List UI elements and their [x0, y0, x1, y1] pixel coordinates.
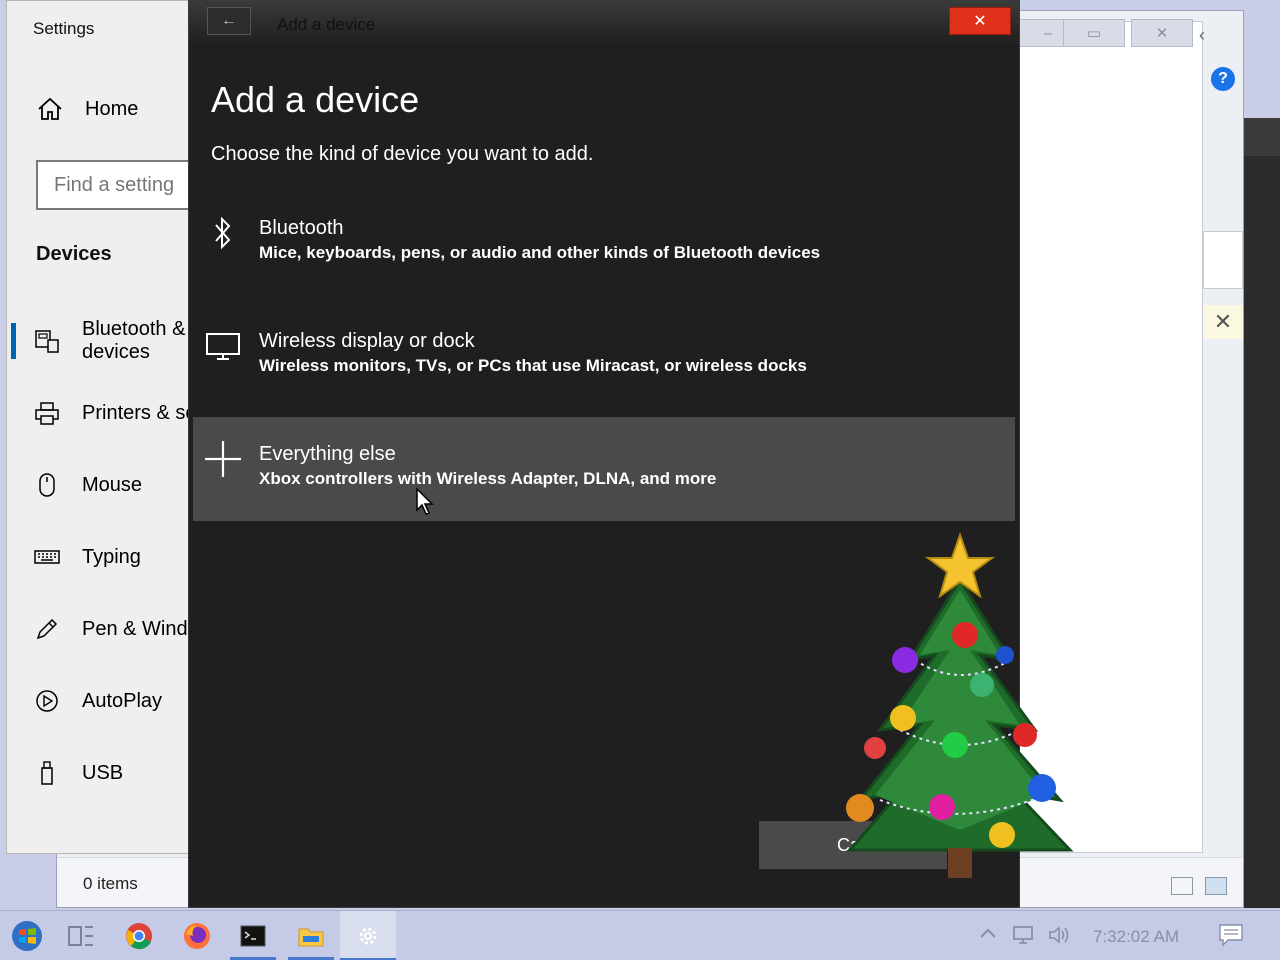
bluetooth-devices-icon — [34, 328, 60, 354]
background-window-titlebar — [1244, 118, 1280, 156]
usb-icon — [34, 760, 60, 786]
background-window-edge — [1244, 118, 1280, 908]
option-description: Mice, keyboards, pens, or audio and othe… — [259, 243, 821, 262]
home-label: Home — [85, 97, 139, 120]
christmas-tree-decoration — [846, 531, 1074, 878]
monitor-icon — [203, 326, 243, 366]
explorer-close-button[interactable]: ✕ — [1131, 19, 1193, 47]
terminal-icon[interactable] — [236, 919, 270, 953]
mouse-icon — [34, 472, 60, 498]
dialog-close-button[interactable]: ✕ — [949, 7, 1011, 35]
plus-icon — [203, 439, 243, 479]
keyboard-icon — [34, 544, 60, 570]
firefox-icon[interactable] — [180, 919, 214, 953]
explorer-maximize-button[interactable]: ▭ — [1063, 19, 1125, 47]
option-title: Wireless display or dock — [259, 330, 475, 352]
action-center-icon[interactable] — [1218, 923, 1244, 952]
bluetooth-icon — [203, 213, 243, 253]
mouse-cursor-icon — [416, 487, 434, 515]
task-view-icon[interactable] — [64, 919, 98, 953]
explorer-back-icon[interactable]: ‹ — [1199, 25, 1205, 46]
option-description: Xbox controllers with Wireless Adapter, … — [259, 469, 717, 488]
dialog-titlebar: ← Add a device ✕ — [189, 1, 1019, 45]
chrome-icon[interactable] — [122, 919, 156, 953]
dialog-titlebar-text: Add a device — [277, 15, 376, 34]
search-placeholder: Find a setting — [54, 174, 175, 196]
home-nav-item[interactable]: Home — [37, 97, 138, 121]
explorer-notification-close[interactable]: ✕ — [1203, 305, 1243, 339]
help-icon[interactable]: ? — [1211, 67, 1235, 91]
dialog-heading: Add a device — [211, 79, 420, 120]
option-title: Everything else — [259, 443, 396, 465]
nav-item-label: AutoPlay — [82, 689, 163, 712]
volume-icon[interactable] — [1048, 925, 1074, 950]
section-title: Devices — [36, 243, 112, 265]
option-everything-else[interactable]: Everything else Xbox controllers with Wi… — [193, 417, 1015, 521]
nav-item-label: Mouse — [82, 473, 143, 496]
item-count: 0 items — [83, 874, 138, 893]
network-icon[interactable] — [1012, 925, 1038, 950]
nav-item-label: USB — [82, 761, 124, 784]
printer-icon — [34, 400, 60, 426]
pen-icon — [34, 616, 60, 642]
back-button[interactable]: ← — [207, 7, 251, 35]
option-description: Wireless monitors, TVs, or PCs that use … — [259, 356, 807, 375]
autoplay-icon — [34, 688, 60, 714]
taskbar-clock[interactable]: 7:32:02 AM — [1093, 927, 1179, 947]
show-hidden-icons-chevron[interactable] — [978, 925, 998, 946]
large-icons-view-icon[interactable] — [1205, 877, 1227, 895]
nav-item-label: Typing — [82, 545, 141, 568]
dialog-subtitle: Choose the kind of device you want to ad… — [211, 143, 594, 165]
settings-icon[interactable] — [351, 919, 385, 953]
home-icon — [38, 97, 62, 120]
file-explorer-icon[interactable] — [294, 919, 328, 953]
option-title: Bluetooth — [259, 217, 344, 239]
details-view-icon[interactable] — [1171, 877, 1193, 895]
taskbar: 7:32:02 AM — [0, 910, 1280, 960]
explorer-search-button[interactable] — [1203, 231, 1243, 289]
option-wireless-display[interactable]: Wireless display or dock Wireless monito… — [193, 304, 1015, 408]
settings-window-title: Settings — [33, 19, 95, 38]
start-button[interactable] — [10, 919, 44, 953]
option-bluetooth[interactable]: Bluetooth Mice, keyboards, pens, or audi… — [193, 191, 1015, 295]
